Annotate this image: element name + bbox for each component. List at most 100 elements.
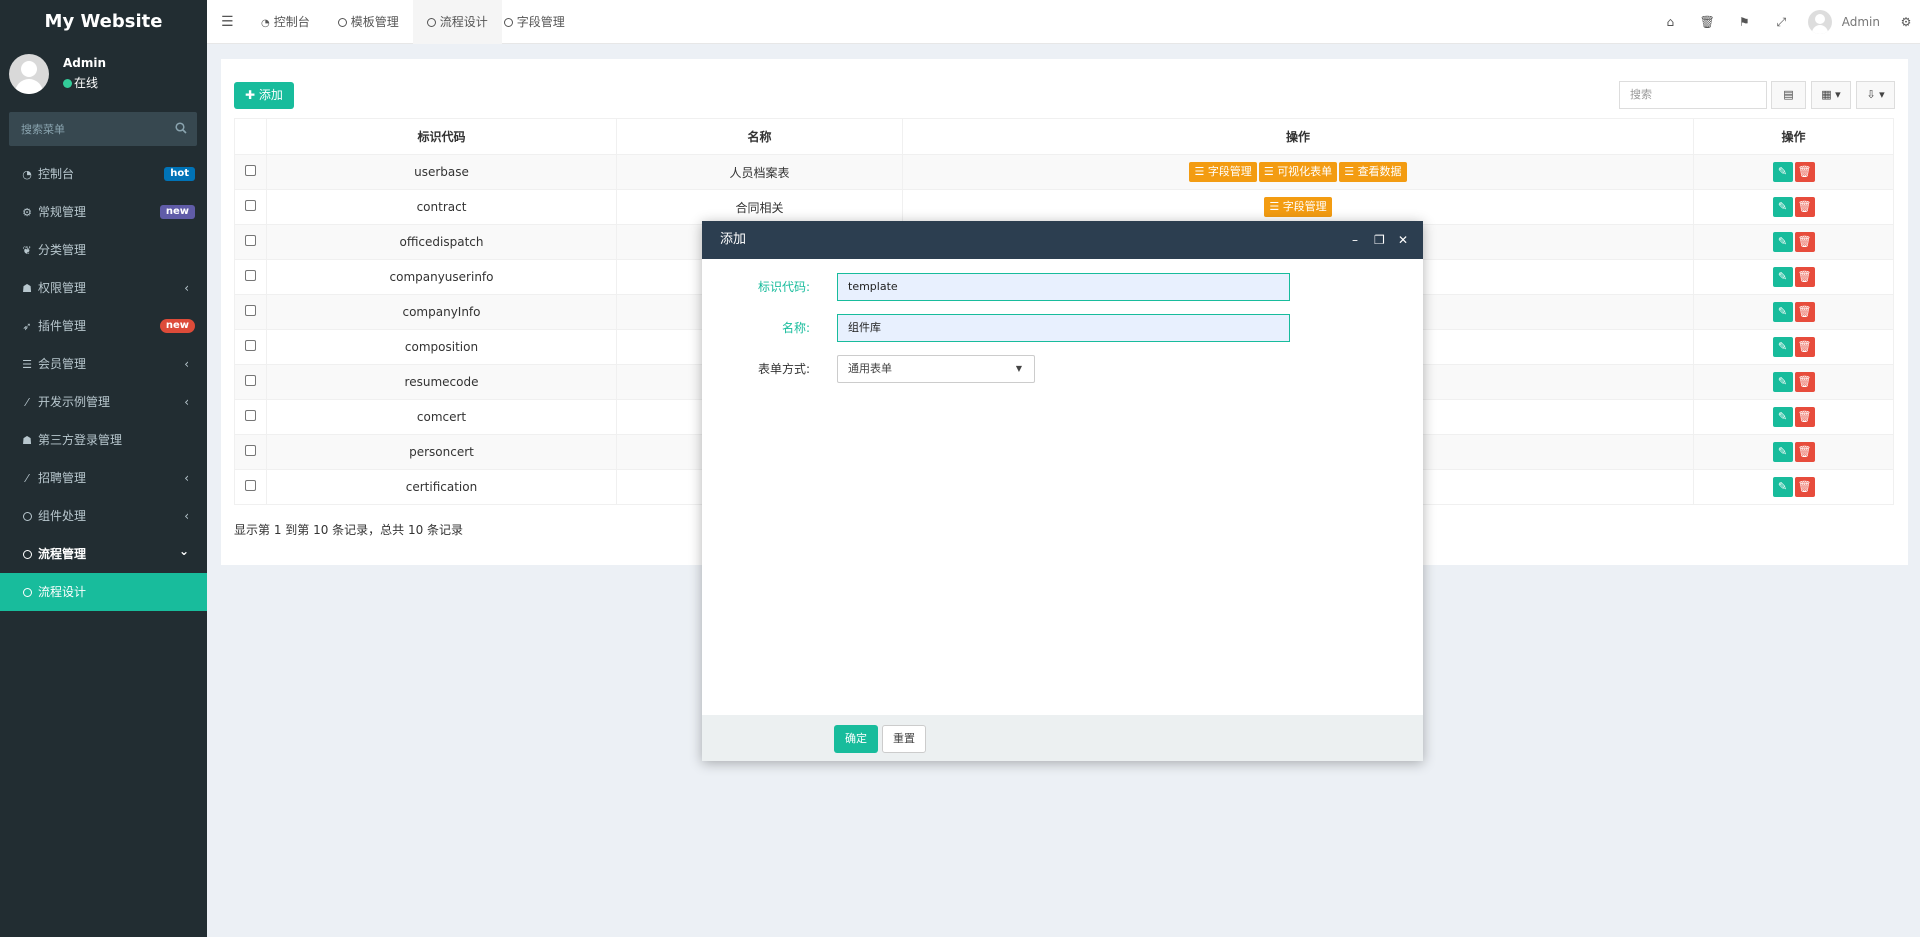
trash-icon[interactable]: 🗑 — [1689, 15, 1726, 29]
row-checkbox[interactable] — [245, 305, 256, 316]
row-checkbox[interactable] — [245, 410, 256, 421]
sidebar-item-label: 招聘管理 — [38, 471, 87, 485]
search-icon[interactable] — [175, 122, 187, 134]
delete-icon[interactable]: 🗑 — [1794, 477, 1815, 497]
edit-icon[interactable]: ✎ — [1772, 442, 1793, 462]
top-navbar: ☰ ◔ 控制台 模板管理 流程设计 字段管理 ⌂ 🗑 ⚑ ⤢ Admin ⚙ — [207, 0, 1920, 44]
edit-icon[interactable]: ✎ — [1772, 337, 1793, 357]
row-checkbox[interactable] — [245, 235, 256, 246]
home-icon[interactable]: ⌂ — [1652, 15, 1689, 29]
sidebar-search-input[interactable] — [9, 112, 159, 146]
code-cell: comcert — [266, 399, 617, 435]
actions-cell: ✎ 🗑 — [1693, 224, 1894, 260]
row-select-cell — [234, 189, 267, 225]
row-checkbox[interactable] — [245, 165, 256, 176]
table-search-input[interactable]: 搜索 — [1619, 81, 1767, 109]
row-select-cell — [234, 294, 267, 330]
row-checkbox[interactable] — [245, 340, 256, 351]
name-input[interactable]: 组件库 — [837, 314, 1290, 342]
row-select-cell — [234, 399, 267, 435]
sidebar-item-third-login[interactable]: ☗ 第三方登录管理 — [0, 421, 207, 459]
tab-dashboard[interactable]: ◔ 控制台 — [247, 0, 324, 44]
language-icon[interactable]: ⚑ — [1726, 15, 1763, 29]
export-button[interactable]: ⇩ ▾ — [1856, 81, 1895, 109]
edit-icon[interactable]: ✎ — [1772, 232, 1793, 252]
sidebar-item-category[interactable]: ❦ 分类管理 — [0, 231, 207, 269]
delete-icon[interactable]: 🗑 — [1794, 267, 1815, 287]
delete-icon[interactable]: 🗑 — [1794, 337, 1815, 357]
edit-icon[interactable]: ✎ — [1772, 162, 1793, 182]
delete-icon[interactable]: 🗑 — [1794, 407, 1815, 427]
sidebar-item-member[interactable]: ☰ 会员管理 ‹ — [0, 345, 207, 383]
sidebar-item-auth[interactable]: ☗ 权限管理 ‹ — [0, 269, 207, 307]
circle-icon — [503, 2, 513, 46]
edit-icon[interactable]: ✎ — [1772, 267, 1793, 287]
row-op-button[interactable]: ☰ 查看数据 — [1339, 162, 1407, 182]
form-row-form-type: 表单方式: 通用表单 ▼ — [702, 355, 1423, 383]
tab-flow-design[interactable]: 流程设计 — [412, 0, 502, 44]
row-checkbox[interactable] — [245, 200, 256, 211]
menu-toggle-icon[interactable]: ☰ — [221, 14, 234, 30]
row-select-cell — [234, 329, 267, 365]
app-logo[interactable]: My Website — [0, 0, 207, 44]
add-button[interactable]: ✚ 添加 — [234, 82, 294, 109]
code-input[interactable]: template — [837, 273, 1290, 301]
minimize-icon[interactable]: – — [1352, 221, 1358, 259]
delete-icon[interactable]: 🗑 — [1794, 442, 1815, 462]
row-op-button[interactable]: ☰ 字段管理 — [1189, 162, 1257, 182]
edit-icon[interactable]: ✎ — [1772, 407, 1793, 427]
dialog-header[interactable]: 添加 – ❐ ✕ — [702, 221, 1423, 259]
pagination-info: 显示第 1 到第 10 条记录，总共 10 条记录 — [234, 523, 464, 537]
table-row[interactable]: userbase 人员档案表 ☰ 字段管理 ☰ 可视化表单 ☰ 查看数据 ✎ 🗑 — [234, 154, 1894, 190]
row-op-button[interactable]: ☰ 可视化表单 — [1258, 162, 1338, 182]
circle-icon — [337, 2, 347, 46]
tab-label: 控制台 — [273, 15, 310, 29]
reset-button[interactable]: 重置 — [882, 725, 926, 753]
row-checkbox[interactable] — [245, 445, 256, 456]
sidebar-item-label: 流程管理 — [38, 547, 87, 561]
nav-user[interactable]: Admin — [1807, 10, 1880, 34]
edit-icon[interactable]: ✎ — [1772, 197, 1793, 217]
edit-icon[interactable]: ✎ — [1772, 302, 1793, 322]
sidebar-item-example[interactable]: ⁄ 开发示例管理 ‹ — [0, 383, 207, 421]
row-select-cell — [234, 259, 267, 295]
delete-icon[interactable]: 🗑 — [1794, 232, 1815, 252]
delete-icon[interactable]: 🗑 — [1794, 162, 1815, 182]
columns-button[interactable]: ▦ ▾ — [1811, 81, 1851, 109]
delete-icon[interactable]: 🗑 — [1794, 302, 1815, 322]
maximize-icon[interactable]: ❐ — [1374, 221, 1385, 259]
fullscreen-icon[interactable]: ⤢ — [1763, 15, 1800, 30]
settings-icon[interactable]: ⚙ — [1892, 15, 1920, 29]
confirm-button[interactable]: 确定 — [834, 725, 878, 753]
sidebar-item-dashboard[interactable]: ◔ 控制台 hot — [0, 155, 207, 193]
row-op-label: 可视化表单 — [1277, 165, 1333, 178]
delete-icon[interactable]: 🗑 — [1794, 372, 1815, 392]
circle-icon — [20, 536, 34, 574]
sidebar-item-flow[interactable]: 流程管理 ⌄ — [0, 535, 207, 573]
delete-icon[interactable]: 🗑 — [1794, 197, 1815, 217]
toggle-view-button[interactable]: ▤ — [1771, 81, 1806, 109]
tab-field[interactable]: 字段管理 — [502, 0, 579, 44]
list-icon: ☰ — [1263, 165, 1274, 178]
row-checkbox[interactable] — [245, 270, 256, 281]
sidebar-item-label: 分类管理 — [38, 243, 87, 257]
nav-tabs: ◔ 控制台 模板管理 流程设计 字段管理 — [247, 0, 579, 44]
row-checkbox[interactable] — [245, 480, 256, 491]
column-header-code[interactable]: 标识代码 — [266, 118, 617, 155]
form-type-select[interactable]: 通用表单 ▼ — [837, 355, 1035, 383]
sidebar-item-addon[interactable]: ➶ 插件管理 new — [0, 307, 207, 345]
row-checkbox[interactable] — [245, 375, 256, 386]
table-row[interactable]: contract 合同相关 ☰ 字段管理 ✎ 🗑 — [234, 189, 1894, 225]
edit-icon[interactable]: ✎ — [1772, 372, 1793, 392]
sidebar-item-general[interactable]: ⚙ 常规管理 new — [0, 193, 207, 231]
column-header-name[interactable]: 名称 — [616, 118, 903, 155]
row-op-button[interactable]: ☰ 字段管理 — [1264, 197, 1332, 217]
sidebar-item-flow-design[interactable]: 流程设计 — [0, 573, 207, 611]
sidebar-item-component[interactable]: 组件处理 ‹ — [0, 497, 207, 535]
close-icon[interactable]: ✕ — [1398, 221, 1408, 259]
edit-icon[interactable]: ✎ — [1772, 477, 1793, 497]
sidebar-item-recruit[interactable]: ⁄ 招聘管理 ‹ — [0, 459, 207, 497]
tab-template[interactable]: 模板管理 — [324, 0, 413, 44]
actions-cell: ✎ 🗑 — [1693, 294, 1894, 330]
column-header-ops: 操作 — [902, 118, 1694, 155]
